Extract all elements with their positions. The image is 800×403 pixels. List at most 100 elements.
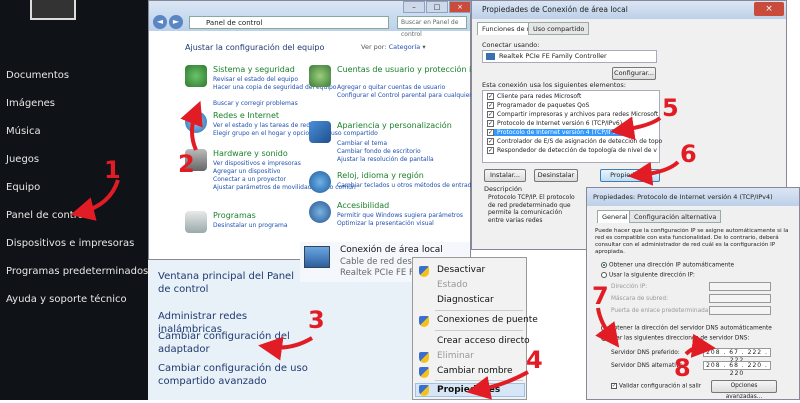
menu-item-deactivate[interactable]: Desactivar [437,265,485,275]
back-icon[interactable]: ◄ [153,15,167,29]
radio-button[interactable] [601,335,607,341]
list-item[interactable]: ✓ Respondedor de detección de topología d… [487,147,657,154]
list-item[interactable]: ✓ Cliente para redes Microsoft [487,93,581,100]
step-number-5: 5 [662,94,679,122]
list-item[interactable]: ✓ Compartir impresoras y archivos para re… [487,111,658,118]
category-link[interactable]: Cambiar fondo de escritorio [337,148,421,155]
category-link[interactable]: Revisar el estado del equipo [213,76,298,83]
radio-auto-dns[interactable]: Obtener la dirección del servidor DNS au… [601,325,772,332]
minimize-button[interactable]: – [403,1,425,13]
checkbox[interactable]: ✓ [487,102,494,109]
category-link[interactable]: Conectar a un proyector [213,176,286,183]
search-input[interactable]: Buscar en Panel de control [397,16,467,38]
menu-item-status[interactable]: Estado [437,280,468,290]
category-link[interactable]: Agregar un dispositivo [213,168,280,175]
category-link[interactable]: Ver el estado y las tareas de red [213,122,310,129]
category-link[interactable]: Buscar y corregir problemas [213,100,298,107]
start-item-music[interactable]: Música [6,126,41,137]
shield-icon [419,316,429,327]
category-link[interactable]: Cambiar el tema [337,140,387,147]
category-link[interactable]: Cambiar teclados u otros métodos de entr… [337,182,475,189]
checkbox[interactable]: ✓ [487,138,494,145]
category-link[interactable]: Ajustar la resolución de pantalla [337,156,434,163]
subnet-mask-field[interactable] [709,294,771,303]
gateway-label: Puerta de enlace predeterminada: [611,308,711,314]
menu-item-rename[interactable]: Cambiar nombre [437,366,513,376]
list-item[interactable]: ✓ Protocolo de Internet versión 6 (TCP/IP… [487,120,622,127]
menu-item-bridge[interactable]: Conexiones de puente [437,315,538,325]
menu-item-delete[interactable]: Eliminar [437,351,474,361]
context-menu: Desactivar Estado Diagnosticar Conexione… [412,257,538,400]
accessibility-icon [309,201,331,223]
radio-auto-ip[interactable]: Obtener una dirección IP automáticamente [601,262,734,269]
checkbox[interactable]: ✓ [487,147,494,154]
start-item-default-programs[interactable]: Programas predeterminados [6,266,148,277]
install-button[interactable]: Instalar... [484,169,526,182]
category-title[interactable]: Accesibilidad [337,201,389,210]
link-control-panel-home[interactable]: Ventana principal del Panel de control [158,270,298,296]
category-title[interactable]: Hardware y sonido [213,149,288,158]
preferred-dns-field[interactable]: 208 . 67 . 222 . 222 [703,348,771,364]
configure-button[interactable]: Configurar... [612,67,656,80]
view-by-value[interactable]: Categoría [389,43,421,51]
tab-general[interactable]: General [597,210,633,223]
start-item-help[interactable]: Ayuda y soporte técnico [6,294,127,305]
link-advanced-sharing[interactable]: Cambiar configuración de uso compartido … [158,362,308,388]
checkbox[interactable]: ✓ [487,111,494,118]
category-link[interactable]: Ver dispositivos e impresoras [213,160,301,167]
maximize-button[interactable]: □ [426,1,448,13]
radio-button[interactable] [601,262,607,268]
category-link[interactable]: Elegir grupo en el hogar y opciones de u… [213,130,378,137]
category-title[interactable]: Apariencia y personalización [337,121,452,130]
advanced-options-button[interactable]: Opciones avanzadas... [711,380,777,400]
tab-alternate-config[interactable]: Configuración alternativa [629,210,722,223]
menu-item-diagnose[interactable]: Diagnosticar [437,295,494,305]
list-item[interactable]: ✓ Controlador de E/S de asignación de det… [487,138,662,145]
close-button[interactable]: × [449,1,471,13]
link-change-adapter-settings[interactable]: Cambiar configuración del adaptador [158,330,298,356]
validate-checkbox[interactable]: ✓ Validar configuración al salir [611,383,701,390]
category-title[interactable]: Programas [213,211,256,220]
start-item-control-panel[interactable]: Panel de control [6,210,87,221]
category-link[interactable]: Permitir que Windows sugiera parámetros [337,212,463,219]
radio-manual-ip[interactable]: Usar la siguiente dirección IP: [601,272,695,279]
gateway-field[interactable] [709,306,771,315]
list-item-selected[interactable]: ✓ Protocolo de Internet versión 4 (TCP/IP… [487,129,623,136]
alternate-dns-field[interactable]: 208 . 68 . 220 . 220 [703,361,771,377]
list-item[interactable]: ✓ Programador de paquetes QoS [487,102,589,109]
category-link[interactable]: Desinstalar un programa [213,222,288,229]
radio-manual-dns[interactable]: Usar las siguientes direcciones de servi… [601,335,749,342]
checkbox[interactable]: ✓ [611,383,617,389]
checkbox[interactable]: ✓ [487,129,494,136]
uninstall-button[interactable]: Desinstalar [534,169,578,182]
properties-button[interactable]: Propiedades [600,169,660,182]
category-link[interactable]: Ajustar parámetros de movilidad de uso c… [213,184,356,191]
close-button[interactable]: × [754,2,784,16]
start-item-computer[interactable]: Equipo [6,182,40,193]
checkbox[interactable]: ✓ [487,93,494,100]
checkbox[interactable]: ✓ [487,120,494,127]
menu-item-properties[interactable]: Propiedades [437,385,500,395]
tab-sharing[interactable]: Uso compartido [528,22,590,35]
start-item-images[interactable]: Imágenes [6,98,55,109]
user-avatar[interactable] [30,0,76,20]
category-title[interactable]: Reloj, idioma y región [337,171,424,180]
category-link[interactable]: Agregar o quitar cuentas de usuario [337,84,445,91]
page-title: Ajustar la configuración del equipo [185,43,325,52]
forward-icon[interactable]: ► [169,15,183,29]
menu-item-shortcut[interactable]: Crear acceso directo [437,336,530,346]
radio-button[interactable] [601,272,607,278]
start-item-games[interactable]: Juegos [6,154,39,165]
radio-button[interactable] [601,325,607,331]
category-title[interactable]: Redes e Internet [213,111,279,120]
address-bar[interactable]: Panel de control [189,16,389,29]
ipv4-intro-text: Puede hacer que la configuración IP se a… [595,228,789,255]
view-by[interactable]: Ver por: Categoría ▾ [361,43,426,51]
elements-label: Esta conexión usa los siguientes element… [482,81,626,89]
ip-address-field[interactable] [709,282,771,291]
category-link[interactable]: Optimizar la presentación visual [337,220,434,227]
list-item-label: Programador de paquetes QoS [497,102,590,109]
category-title[interactable]: Sistema y seguridad [213,65,295,74]
start-item-documents[interactable]: Documentos [6,70,69,81]
start-item-devices[interactable]: Dispositivos e impresoras [6,238,134,249]
